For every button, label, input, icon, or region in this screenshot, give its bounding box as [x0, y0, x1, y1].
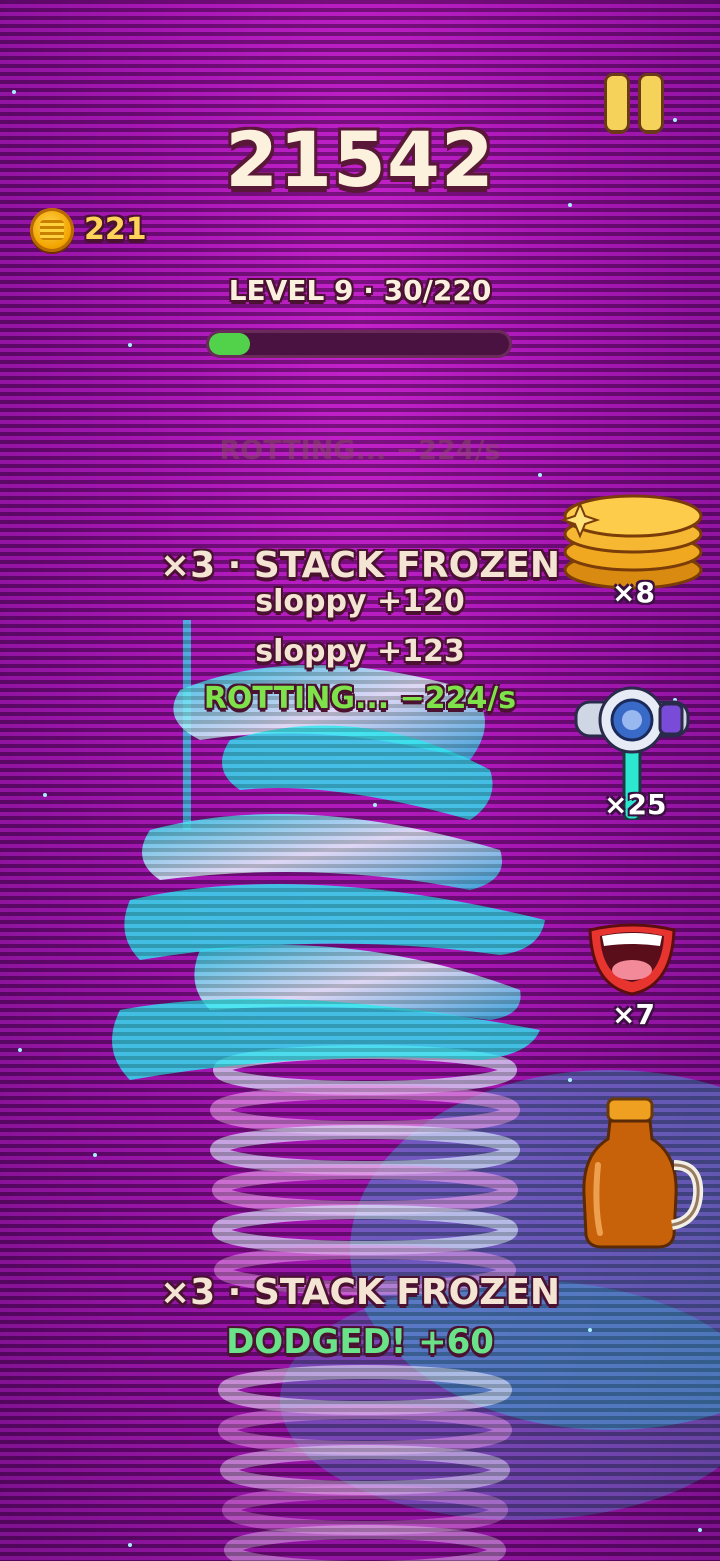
game-stage[interactable]: 21542 221 LEVEL 9 · 30/220 ROTTING... −2… [0, 0, 720, 1561]
powerup-freeze-ray-button[interactable]: ×25 [572, 680, 692, 822]
powerup-syrup-bottle-button[interactable] [580, 1095, 704, 1255]
powerup-mouth-button[interactable]: ×7 [584, 916, 680, 1031]
syrup-bottle-icon [582, 1097, 704, 1249]
pause-button[interactable] [605, 76, 665, 132]
level-label: LEVEL 9 · 30/220 [228, 274, 492, 307]
coin-count: 221 [84, 212, 147, 247]
rotting-text-faded: ROTTING... −224/s [219, 435, 501, 466]
powerup-count: ×8 [612, 576, 655, 609]
mouth-icon [588, 923, 676, 996]
pause-icon [607, 76, 627, 130]
powerup-count: ×25 [604, 788, 667, 821]
combo-text: ×3 · STACK FROZEN [159, 1272, 561, 1313]
coin-icon [30, 208, 74, 252]
level-progress-bar [209, 333, 509, 355]
dodged-text: DODGED! +60 [226, 1322, 494, 1362]
powerup-count: ×7 [612, 998, 655, 1031]
sloppy-score-text: sloppy +123 [255, 634, 465, 669]
powerup-pancake-stack-button[interactable]: ×8 [559, 490, 706, 609]
level-progress-fill [209, 333, 250, 355]
